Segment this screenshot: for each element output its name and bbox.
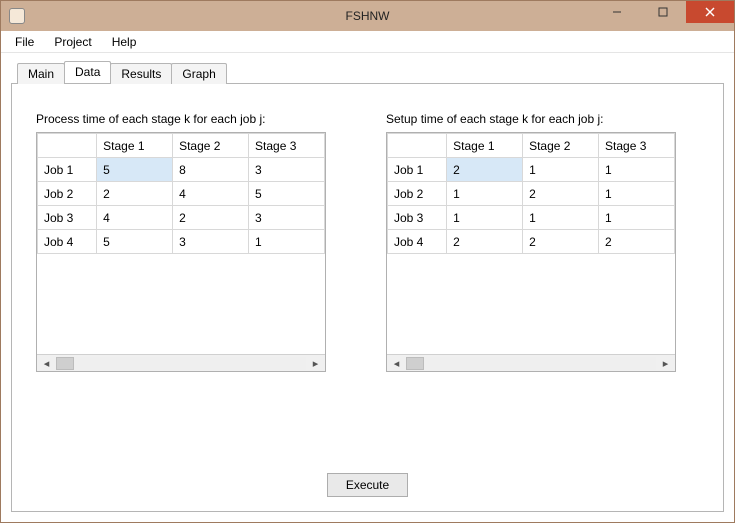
table-row: Job 2 1 2 1 bbox=[388, 182, 675, 206]
footer: Execute bbox=[36, 463, 699, 497]
process-table-caption: Process time of each stage k for each jo… bbox=[36, 112, 326, 126]
scroll-thumb[interactable] bbox=[406, 357, 424, 370]
process-cell[interactable]: 2 bbox=[97, 182, 173, 206]
tab-results[interactable]: Results bbox=[110, 63, 172, 84]
table-row: Job 3 4 2 3 bbox=[38, 206, 325, 230]
process-cell[interactable]: 4 bbox=[97, 206, 173, 230]
process-cell[interactable]: 5 bbox=[97, 158, 173, 182]
setup-cell[interactable]: 1 bbox=[599, 158, 675, 182]
execute-button[interactable]: Execute bbox=[327, 473, 408, 497]
menu-help[interactable]: Help bbox=[104, 33, 145, 51]
tab-strip: Main Data Results Graph bbox=[17, 61, 724, 83]
process-col-header[interactable]: Stage 3 bbox=[249, 134, 325, 158]
setup-cell[interactable]: 1 bbox=[523, 158, 599, 182]
table-row: Job 3 1 1 1 bbox=[388, 206, 675, 230]
setup-table: Stage 1 Stage 2 Stage 3 Job 1 2 1 bbox=[387, 133, 675, 254]
menu-bar: File Project Help bbox=[1, 31, 734, 53]
app-icon bbox=[9, 8, 25, 24]
setup-col-header[interactable]: Stage 3 bbox=[599, 134, 675, 158]
setup-cell[interactable]: 2 bbox=[447, 230, 523, 254]
setup-row-header[interactable]: Job 2 bbox=[388, 182, 447, 206]
process-cell[interactable]: 3 bbox=[249, 206, 325, 230]
tab-panel-data: Process time of each stage k for each jo… bbox=[11, 83, 724, 512]
table-row: Job 4 2 2 2 bbox=[388, 230, 675, 254]
setup-cell[interactable]: 2 bbox=[447, 158, 523, 182]
window-title: FSHNW bbox=[346, 9, 390, 23]
process-row-header[interactable]: Job 4 bbox=[38, 230, 97, 254]
scroll-left-icon[interactable]: ◂ bbox=[389, 357, 404, 370]
scroll-right-icon[interactable]: ▸ bbox=[658, 357, 673, 370]
table-row: Job 1 2 1 1 bbox=[388, 158, 675, 182]
minimize-button[interactable] bbox=[594, 1, 640, 23]
process-cell[interactable]: 3 bbox=[173, 230, 249, 254]
setup-cell[interactable]: 2 bbox=[523, 230, 599, 254]
setup-table-block: Setup time of each stage k for each job … bbox=[386, 112, 676, 372]
setup-col-header[interactable]: Stage 2 bbox=[523, 134, 599, 158]
scroll-right-icon[interactable]: ▸ bbox=[308, 357, 323, 370]
setup-col-header[interactable]: Stage 1 bbox=[447, 134, 523, 158]
scroll-track[interactable] bbox=[406, 357, 656, 370]
title-bar: FSHNW bbox=[1, 1, 734, 31]
scroll-track[interactable] bbox=[56, 357, 306, 370]
scroll-left-icon[interactable]: ◂ bbox=[39, 357, 54, 370]
process-row-header[interactable]: Job 2 bbox=[38, 182, 97, 206]
process-col-header[interactable]: Stage 1 bbox=[97, 134, 173, 158]
setup-scrollbar[interactable]: ◂ ▸ bbox=[387, 354, 675, 371]
setup-cell[interactable]: 1 bbox=[599, 182, 675, 206]
process-row-header[interactable]: Job 1 bbox=[38, 158, 97, 182]
process-cell[interactable]: 2 bbox=[173, 206, 249, 230]
scroll-thumb[interactable] bbox=[56, 357, 74, 370]
minimize-icon bbox=[612, 7, 622, 17]
process-table-block: Process time of each stage k for each jo… bbox=[36, 112, 326, 372]
maximize-button[interactable] bbox=[640, 1, 686, 23]
process-cell[interactable]: 5 bbox=[97, 230, 173, 254]
process-scrollbar[interactable]: ◂ ▸ bbox=[37, 354, 325, 371]
setup-row-header[interactable]: Job 1 bbox=[388, 158, 447, 182]
process-cell[interactable]: 4 bbox=[173, 182, 249, 206]
process-cell[interactable]: 8 bbox=[173, 158, 249, 182]
close-icon bbox=[705, 7, 715, 17]
process-cell[interactable]: 1 bbox=[249, 230, 325, 254]
process-grid[interactable]: Stage 1 Stage 2 Stage 3 Job 1 5 8 bbox=[36, 132, 326, 372]
process-cell[interactable]: 5 bbox=[249, 182, 325, 206]
setup-cell[interactable]: 1 bbox=[447, 206, 523, 230]
table-row: Job 4 5 3 1 bbox=[38, 230, 325, 254]
process-row-header[interactable]: Job 3 bbox=[38, 206, 97, 230]
process-col-header-corner bbox=[38, 134, 97, 158]
setup-row-header[interactable]: Job 3 bbox=[388, 206, 447, 230]
setup-row-header[interactable]: Job 4 bbox=[388, 230, 447, 254]
window-controls bbox=[594, 1, 734, 23]
setup-cell[interactable]: 2 bbox=[599, 230, 675, 254]
process-col-header[interactable]: Stage 2 bbox=[173, 134, 249, 158]
setup-cell[interactable]: 1 bbox=[523, 206, 599, 230]
maximize-icon bbox=[658, 7, 668, 17]
table-row: Job 2 2 4 5 bbox=[38, 182, 325, 206]
process-table: Stage 1 Stage 2 Stage 3 Job 1 5 8 bbox=[37, 133, 325, 254]
setup-cell[interactable]: 1 bbox=[599, 206, 675, 230]
setup-cell[interactable]: 2 bbox=[523, 182, 599, 206]
setup-cell[interactable]: 1 bbox=[447, 182, 523, 206]
menu-file[interactable]: File bbox=[7, 33, 42, 51]
tables-row: Process time of each stage k for each jo… bbox=[36, 112, 699, 372]
setup-table-caption: Setup time of each stage k for each job … bbox=[386, 112, 676, 126]
setup-grid[interactable]: Stage 1 Stage 2 Stage 3 Job 1 2 1 bbox=[386, 132, 676, 372]
close-button[interactable] bbox=[686, 1, 734, 23]
tab-main[interactable]: Main bbox=[17, 63, 65, 84]
menu-project[interactable]: Project bbox=[46, 33, 99, 51]
tab-data[interactable]: Data bbox=[64, 61, 111, 83]
setup-col-header-corner bbox=[388, 134, 447, 158]
tab-graph[interactable]: Graph bbox=[171, 63, 226, 84]
process-cell[interactable]: 3 bbox=[249, 158, 325, 182]
client-area: Main Data Results Graph Process time of … bbox=[1, 53, 734, 522]
table-row: Job 1 5 8 3 bbox=[38, 158, 325, 182]
